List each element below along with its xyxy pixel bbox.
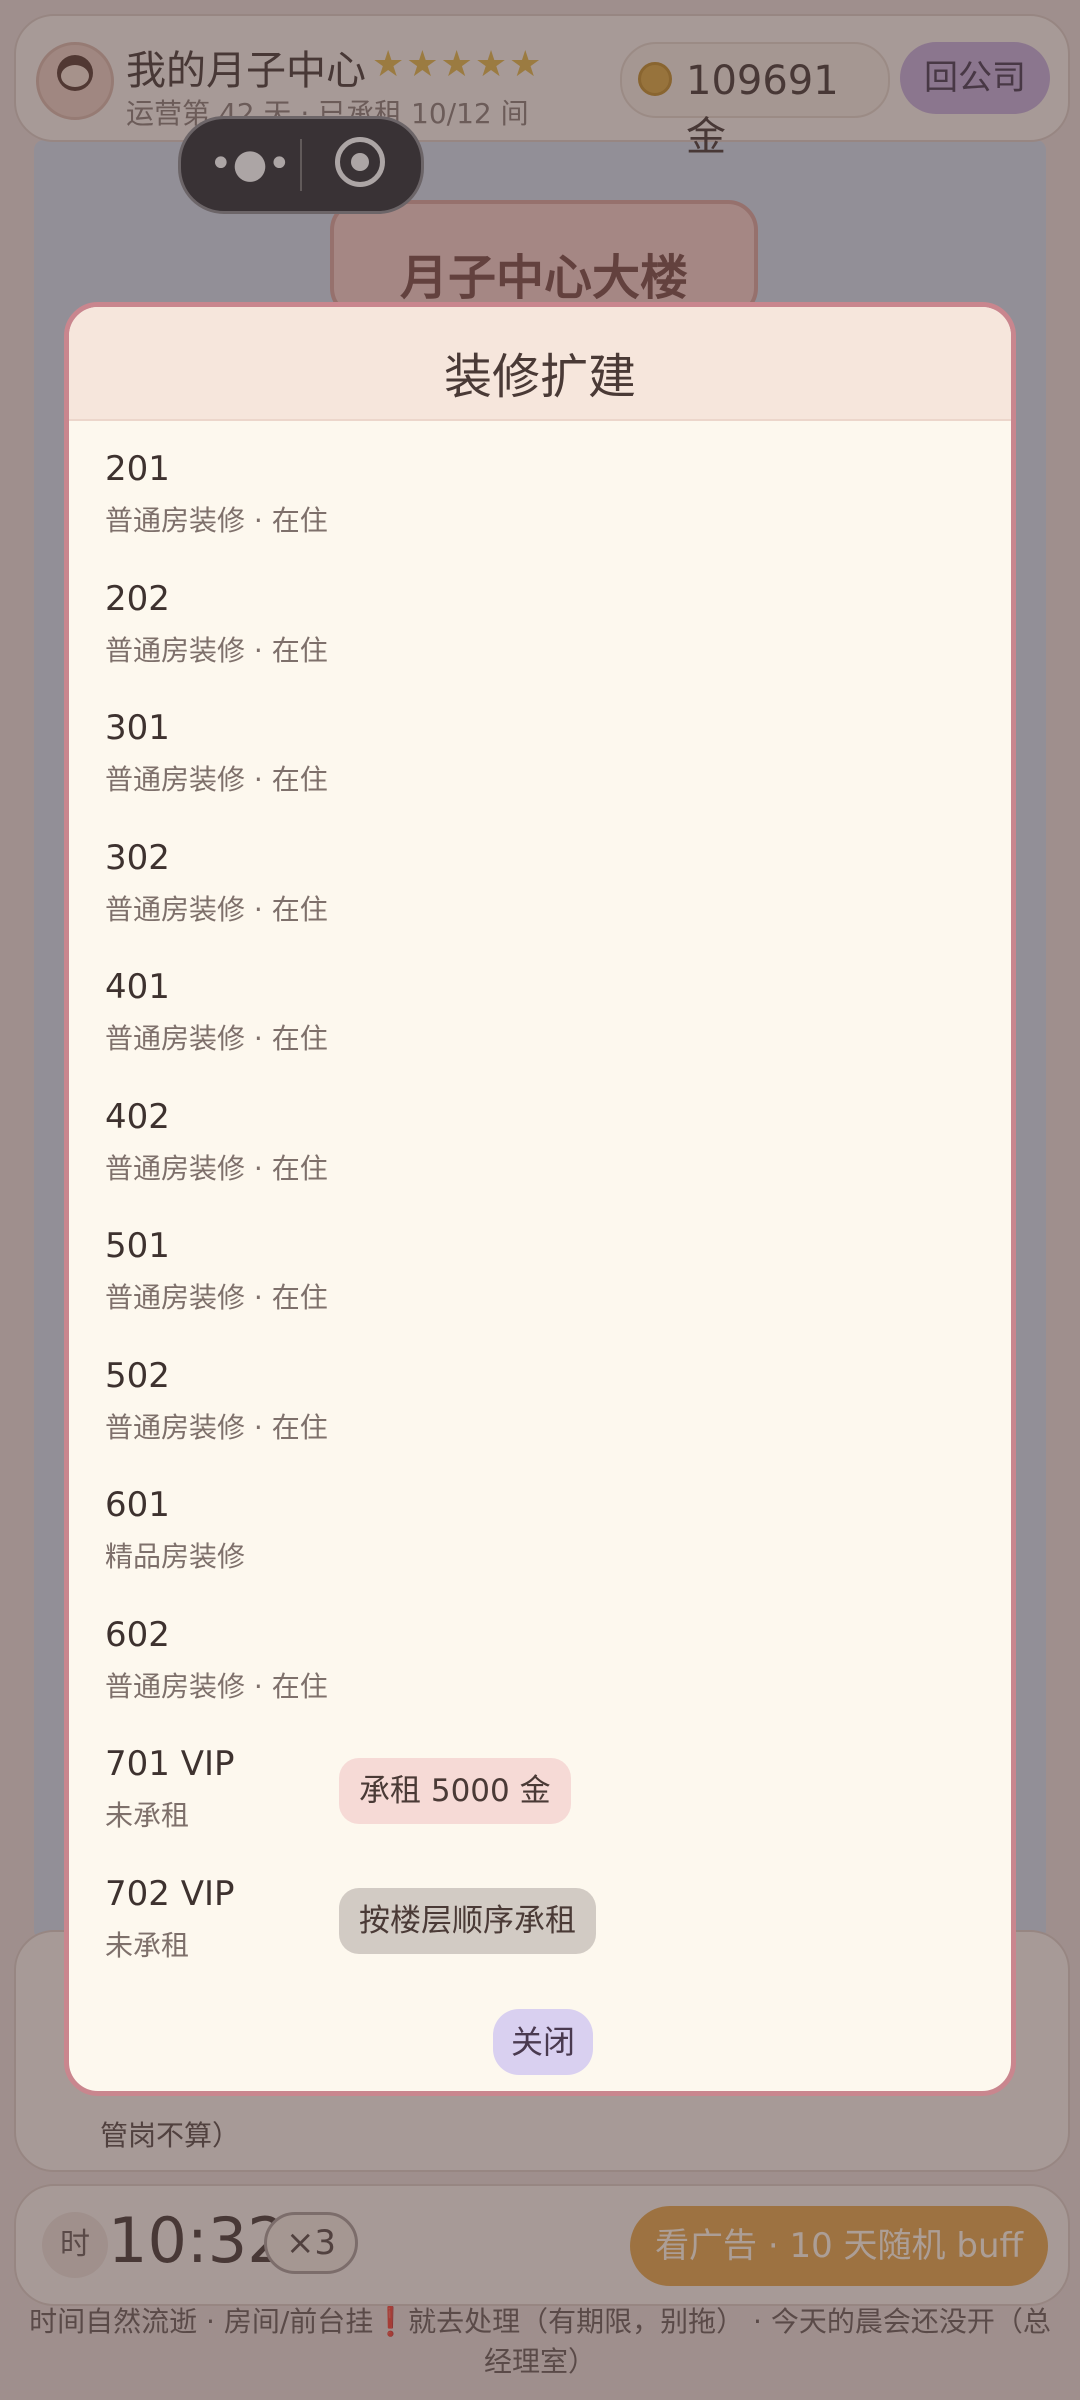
room-name: 202 xyxy=(105,578,170,619)
room-status: 普通房装修 · 在住 xyxy=(105,633,328,667)
close-modal-button[interactable]: 关闭 xyxy=(493,2009,593,2075)
room-name: 301 xyxy=(105,708,170,748)
room-row: 601 精品房装修 xyxy=(69,1455,1011,1585)
rent-room-button[interactable]: 承租 5000 金 xyxy=(339,1758,571,1824)
room-status: 普通房装修 · 在住 xyxy=(105,1410,328,1444)
room-status: 未承租 xyxy=(105,1799,190,1832)
room-row: 602 普通房装修 · 在住 xyxy=(69,1585,1011,1715)
room-name: 501 xyxy=(105,1226,170,1266)
room-row: 701 VIP 未承租 承租 5000 金 xyxy=(69,1714,1011,1844)
room-status: 普通房装修 · 在住 xyxy=(105,504,328,537)
room-name: 201 xyxy=(105,449,170,489)
room-status: 普通房装修 · 在住 xyxy=(105,1281,328,1314)
room-name: 702 VIP xyxy=(105,1873,235,1914)
room-status: 普通房装修 · 在住 xyxy=(105,1022,328,1055)
room-status: 未承租 xyxy=(105,1928,190,1962)
room-name: 402 xyxy=(105,1096,170,1137)
room-row: 501 普通房装修 · 在住 xyxy=(69,1196,1011,1326)
room-status: 普通房装修 · 在住 xyxy=(105,1669,328,1703)
room-row: 401 普通房装修 · 在住 xyxy=(69,937,1011,1067)
room-name: 401 xyxy=(105,967,170,1007)
room-list: 201 普通房装修 · 在住 202 普通房装修 · 在住 301 普通房装修 … xyxy=(69,419,1011,1973)
room-row: 502 普通房装修 · 在住 xyxy=(69,1326,1011,1456)
room-row: 302 普通房装修 · 在住 xyxy=(69,808,1011,938)
room-status: 普通房装修 · 在住 xyxy=(105,892,328,926)
room-row: 301 普通房装修 · 在住 xyxy=(69,678,1011,808)
floor-order-rent-button[interactable]: 按楼层顺序承租 xyxy=(339,1887,596,1954)
room-name: 602 xyxy=(105,1614,170,1655)
room-name: 601 xyxy=(105,1485,170,1525)
room-name: 701 VIP xyxy=(105,1744,235,1784)
modal-title: 装修扩建 xyxy=(443,349,636,405)
room-name: 502 xyxy=(105,1355,170,1396)
room-status: 精品房装修 xyxy=(105,1540,246,1573)
room-row: 702 VIP 未承租 按楼层顺序承租 xyxy=(69,1844,1011,1974)
room-row: 202 普通房装修 · 在住 xyxy=(69,549,1011,679)
modal-header: 装修扩建 xyxy=(69,307,1011,421)
room-status: 普通房装修 · 在住 xyxy=(105,1151,328,1185)
room-row: 201 普通房装修 · 在住 xyxy=(69,419,1011,549)
room-status: 普通房装修 · 在住 xyxy=(105,763,328,796)
renovation-modal: 装修扩建 201 普通房装修 · 在住 202 普通房装修 · 在住 301 普… xyxy=(64,302,1016,2096)
room-row: 402 普通房装修 · 在住 xyxy=(69,1067,1011,1197)
room-name: 302 xyxy=(105,837,170,878)
